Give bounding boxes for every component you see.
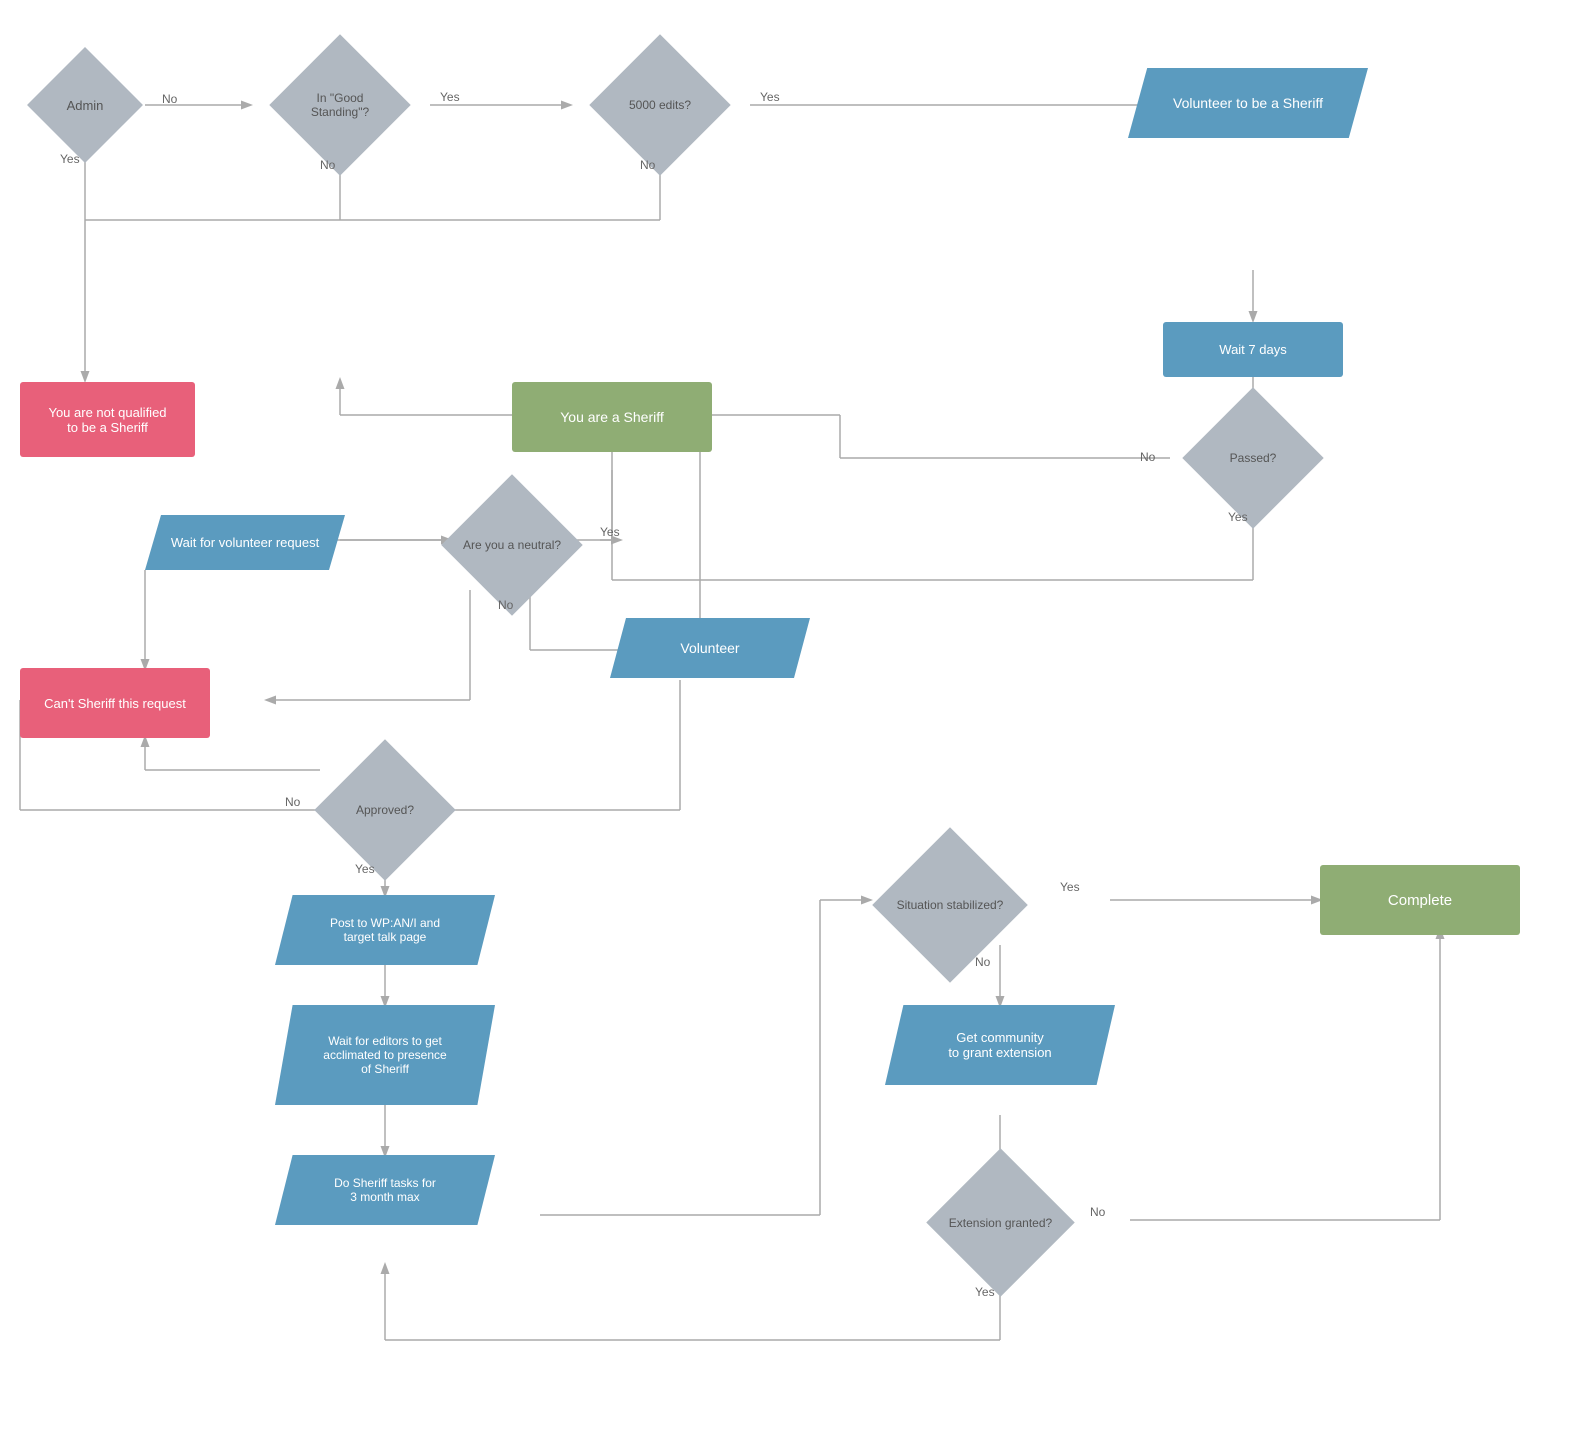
you-are-sheriff-label: You are a Sheriff: [560, 409, 664, 425]
approved-no-label: No: [285, 795, 300, 809]
wait-7days-rect: Wait 7 days: [1163, 322, 1343, 377]
wait-editors-label: Wait for editors to get acclimated to pr…: [323, 1034, 446, 1076]
admin-yes-label: Yes: [60, 152, 80, 166]
neutral-no-label: No: [498, 598, 513, 612]
complete-rect: Complete: [1320, 865, 1520, 935]
wait-editors-para: Wait for editors to get acclimated to pr…: [275, 1005, 495, 1105]
ext-yes-label: Yes: [975, 1285, 995, 1299]
cant-sheriff-rect: Can't Sheriff this request: [20, 668, 210, 738]
do-sheriff-label: Do Sheriff tasks for 3 month max: [334, 1176, 436, 1204]
edits-yes-label: Yes: [760, 90, 780, 104]
situation-yes-label: Yes: [1060, 880, 1080, 894]
arrows-svg: [0, 0, 1578, 1434]
cant-sheriff-label: Can't Sheriff this request: [44, 696, 186, 711]
flowchart: Admin No Yes In "Good Standing"? Yes No …: [0, 0, 1578, 1434]
edits-label: 5000 edits?: [610, 55, 710, 155]
good-standing-label: In "Good Standing"?: [290, 55, 390, 155]
edits-no-label: No: [640, 158, 655, 172]
approved-label: Approved?: [335, 760, 435, 860]
neutral-yes-label: Yes: [600, 525, 620, 539]
not-qualified-rect: You are not qualified to be a Sheriff: [20, 382, 195, 457]
passed-yes-label: Yes: [1228, 510, 1248, 524]
do-sheriff-para: Do Sheriff tasks for 3 month max: [275, 1155, 495, 1225]
post-wp-label: Post to WP:AN/I and target talk page: [330, 916, 440, 944]
admin-no-label: No: [162, 92, 177, 106]
admin-label: Admin: [44, 64, 126, 146]
extension-label: Extension granted?: [948, 1170, 1053, 1275]
approved-yes-label: Yes: [355, 862, 375, 876]
passed-label: Passed?: [1203, 408, 1303, 508]
post-wp-para: Post to WP:AN/I and target talk page: [275, 895, 495, 965]
get-community-para: Get community to grant extension: [885, 1005, 1115, 1085]
neutral-label: Are you a neutral?: [462, 495, 562, 595]
situation-no-label: No: [975, 955, 990, 969]
not-qualified-label: You are not qualified to be a Sheriff: [48, 405, 166, 435]
passed-no-label: No: [1140, 450, 1155, 464]
ext-no-label: No: [1090, 1205, 1105, 1219]
volunteer-action-para: Volunteer: [610, 618, 810, 678]
get-community-label: Get community to grant extension: [948, 1030, 1051, 1060]
gs-yes-label: Yes: [440, 90, 460, 104]
volunteer-sheriff-para: Volunteer to be a Sheriff: [1128, 68, 1368, 138]
gs-no-label: No: [320, 158, 335, 172]
wait-volunteer-para: Wait for volunteer request: [145, 515, 345, 570]
complete-label: Complete: [1388, 892, 1452, 909]
situation-label: Situation stabilized?: [895, 850, 1005, 960]
you-are-sheriff-rect: You are a Sheriff: [512, 382, 712, 452]
